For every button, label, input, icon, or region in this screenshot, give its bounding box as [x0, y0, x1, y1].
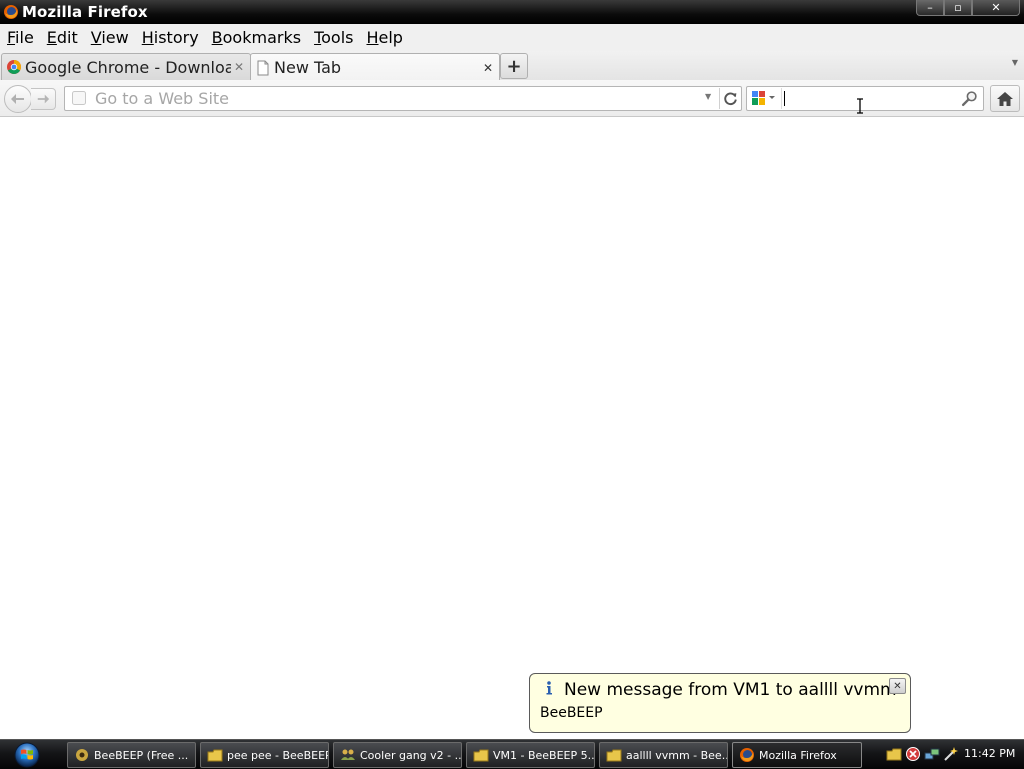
taskbar-item-vm1[interactable]: VM1 - BeeBEEP 5....: [466, 742, 595, 768]
google-icon[interactable]: [751, 90, 777, 106]
restore-icon: ▫: [954, 1, 962, 14]
taskbar-item-label: pee pee - BeeBEEP: [227, 748, 328, 762]
tab-label: New Tab: [274, 58, 342, 77]
search-engine-separator: [781, 88, 782, 109]
menu-tools[interactable]: Tools: [307, 28, 359, 47]
page-content-area[interactable]: [0, 117, 1024, 739]
forward-arrow-icon: [37, 94, 50, 104]
back-forward-group: [4, 85, 56, 113]
menu-bar: File Edit View History Bookmarks Tools H…: [0, 24, 1024, 51]
menu-history[interactable]: History: [135, 28, 205, 47]
new-tab-button[interactable]: +: [500, 53, 528, 79]
reload-icon[interactable]: [722, 90, 739, 107]
wand-icon[interactable]: [943, 746, 959, 762]
beebeep-folder-icon: [473, 749, 489, 762]
beebeep-gear-icon: [76, 749, 88, 761]
system-tray: [886, 744, 962, 764]
taskbar-item-label: Cooler gang v2 - ...: [360, 748, 461, 762]
text-cursor-icon: [857, 98, 863, 114]
start-button-icon[interactable]: [4, 741, 48, 768]
taskbar-clock[interactable]: 11:42 PM: [964, 747, 1015, 760]
url-separator: [719, 88, 720, 109]
text-caret: [784, 91, 785, 106]
firefox-icon: [740, 748, 754, 762]
close-tab-icon[interactable]: ✕: [231, 60, 247, 74]
home-button[interactable]: [990, 85, 1020, 112]
tab-google-chrome[interactable]: Google Chrome - Downloa... ✕: [1, 53, 251, 80]
taskbar-item-label: BeeBEEP (Free ...: [94, 748, 189, 762]
close-icon: ✕: [991, 1, 1001, 14]
network-icon[interactable]: [924, 746, 940, 762]
info-icon: [546, 681, 552, 695]
close-tab-icon[interactable]: ✕: [480, 61, 496, 75]
forward-button[interactable]: [31, 88, 56, 110]
beebeep-tray-icon[interactable]: [886, 746, 902, 762]
taskbar-item-beebeep[interactable]: BeeBEEP (Free ...: [67, 742, 196, 768]
beebeep-folder-icon: [207, 749, 223, 762]
page-icon: [257, 60, 269, 75]
close-icon: ✕: [893, 680, 902, 692]
search-icon[interactable]: [961, 90, 978, 107]
search-input[interactable]: [783, 88, 957, 109]
firefox-icon: [4, 5, 18, 19]
menu-view[interactable]: View: [84, 28, 135, 47]
url-input[interactable]: [93, 88, 697, 109]
taskbar-item-aallll-vvmm[interactable]: aallll vvmm - Bee...: [599, 742, 728, 768]
minimize-button[interactable]: –: [916, 0, 944, 16]
security-alert-icon[interactable]: [905, 746, 921, 762]
site-identity-icon: [72, 91, 86, 105]
search-bar[interactable]: [746, 86, 984, 111]
tab-label: Google Chrome - Downloa...: [25, 57, 231, 77]
taskbar-item-mozilla-firefox[interactable]: Mozilla Firefox: [732, 742, 862, 768]
maximize-button[interactable]: ▫: [944, 0, 972, 16]
taskbar-item-label: aallll vvmm - Bee...: [626, 748, 727, 762]
notification-body: BeeBEEP: [540, 705, 603, 721]
tab-list-dropdown-icon[interactable]: ▼: [1012, 58, 1018, 67]
taskbar-item-label: Mozilla Firefox: [759, 748, 837, 762]
plus-icon: +: [506, 55, 522, 77]
notification-balloon[interactable]: New message from VM1 to aallll vvmm BeeB…: [529, 673, 911, 744]
menu-bookmarks[interactable]: Bookmarks: [205, 28, 307, 47]
address-bar[interactable]: ▼: [64, 86, 742, 111]
back-button[interactable]: [4, 85, 32, 113]
taskbar: BeeBEEP (Free ... pee pee - BeeBEEP Cool…: [0, 739, 1024, 769]
menu-edit[interactable]: Edit: [40, 28, 84, 47]
menu-help[interactable]: Help: [359, 28, 408, 47]
close-window-button[interactable]: ✕: [972, 0, 1020, 16]
taskbar-item-label: VM1 - BeeBEEP 5....: [493, 748, 594, 762]
url-history-dropdown-icon[interactable]: ▼: [705, 92, 711, 101]
tab-new-tab[interactable]: New Tab ✕: [250, 53, 500, 81]
back-arrow-icon: [11, 94, 24, 104]
notification-close-button[interactable]: ✕: [889, 678, 906, 694]
menu-file[interactable]: File: [0, 28, 40, 47]
taskbar-item-cooler-gang[interactable]: Cooler gang v2 - ...: [333, 742, 462, 768]
minimize-icon: –: [927, 1, 933, 14]
window-titlebar: Mozilla Firefox – ▫ ✕: [0, 0, 1024, 24]
window-title: Mozilla Firefox: [22, 3, 148, 21]
home-icon: [997, 91, 1013, 106]
chrome-icon: [7, 60, 21, 74]
notification-title: New message from VM1 to aallll vvmm: [564, 680, 897, 700]
taskbar-item-pee-pee[interactable]: pee pee - BeeBEEP: [200, 742, 329, 768]
group-icon: [341, 749, 355, 760]
beebeep-folder-icon: [606, 749, 622, 762]
